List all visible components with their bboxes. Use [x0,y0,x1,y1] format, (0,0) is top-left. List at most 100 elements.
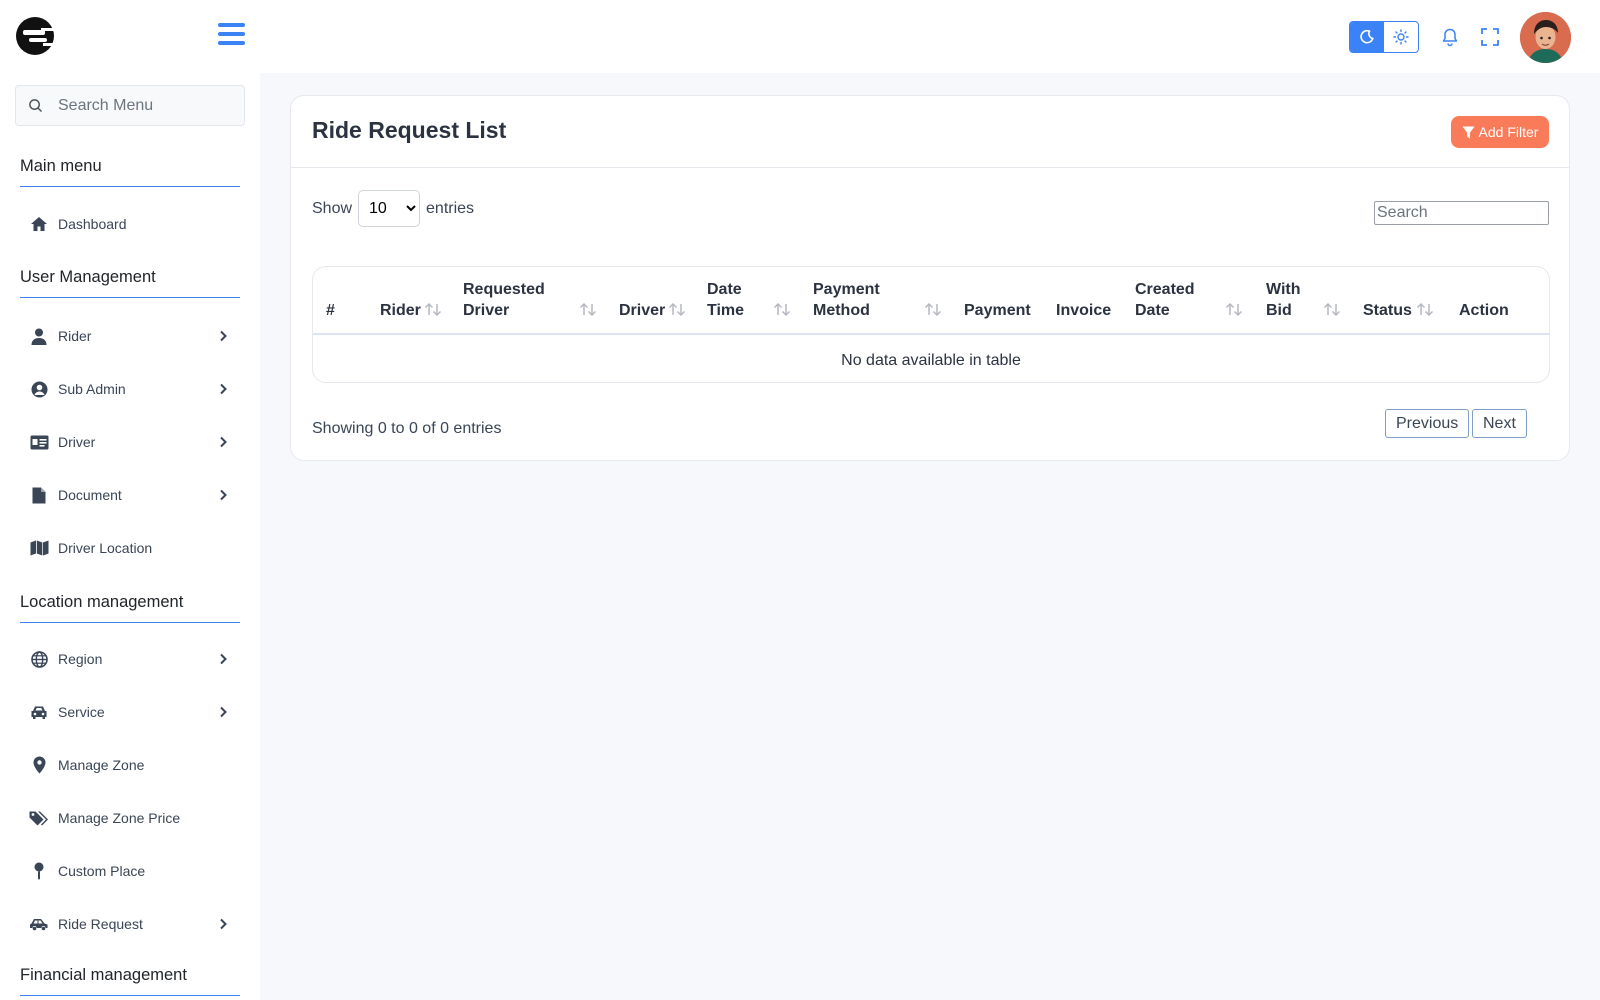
sidebar-item-ride-request[interactable]: Ride Request [20,906,230,942]
sidebar-item-manage-zone-price[interactable]: Manage Zone Price [20,800,230,836]
add-filter-label: Add Filter [1478,124,1539,140]
sidebar-item-document[interactable]: Document [20,477,230,513]
sidebar-item-label: Dashboard [58,216,127,232]
column-header-driver[interactable]: Driver [619,300,665,321]
sidebar-item-label: Rider [58,328,92,344]
ride-request-table: # Rider Requested Driver Driver Date Time … [312,266,1550,383]
column-header-requested-driver[interactable]: Requested Driver [463,279,545,321]
table-search-input[interactable] [1374,201,1549,225]
avatar[interactable] [1520,12,1571,63]
section-title-financial-management: Financial management [20,966,240,996]
home-icon [28,213,50,235]
menu-icon-bar [218,32,245,36]
menu-toggle-button[interactable] [218,23,245,47]
section-title-location-management: Location management [20,593,240,623]
chevron-right-icon [216,435,230,449]
tags-icon [28,807,50,829]
chevron-right-icon [216,488,230,502]
sort-icon[interactable] [667,300,687,318]
top-bar [0,0,1600,73]
sort-icon[interactable] [1415,300,1435,318]
sidebar-item-label: Document [58,487,122,503]
section-title-main-menu: Main menu [20,157,240,187]
car-icon [28,701,50,723]
column-header-date-time[interactable]: Date Time [707,279,744,321]
sort-icon[interactable] [423,300,443,318]
filter-icon [1462,126,1475,138]
sidebar-item-label: Ride Request [58,916,143,932]
sidebar: Main menu Dashboard User Management Ride… [0,73,260,1000]
theme-toggle[interactable] [1349,21,1419,53]
empty-table-message: No data available in table [841,351,1021,369]
sidebar-item-label: Service [58,704,105,720]
menu-search-box[interactable] [15,85,245,126]
dark-mode-button[interactable] [1350,22,1384,52]
user-icon [28,325,50,347]
sidebar-item-label: Driver Location [58,540,153,556]
fullscreen-icon [1481,28,1499,46]
user-circle-icon [28,378,50,400]
map-icon [28,537,50,559]
file-icon [28,484,50,506]
menu-icon-bar [218,23,245,27]
add-filter-button[interactable]: Add Filter [1451,116,1549,148]
sidebar-item-service[interactable]: Service [20,694,230,730]
pushpin-icon [28,860,50,882]
table-header: # Rider Requested Driver Driver Date Time … [313,267,1549,335]
sidebar-item-label: Driver [58,434,96,450]
sidebar-item-label: Custom Place [58,863,146,879]
sidebar-item-custom-place[interactable]: Custom Place [20,853,230,889]
id-card-icon [28,431,50,453]
sidebar-item-driver-location[interactable]: Driver Location [20,530,230,566]
column-header-rider[interactable]: Rider [380,300,421,321]
column-header-payment: Payment [964,302,1031,319]
column-header-with-bid[interactable]: With Bid [1266,279,1301,321]
logo-icon[interactable] [15,16,55,56]
map-pin-icon [28,754,50,776]
menu-search-input[interactable] [58,96,228,115]
sun-icon [1393,29,1409,45]
column-header-status[interactable]: Status [1363,300,1412,321]
show-label: Show [312,199,353,217]
sidebar-item-label: Manage Zone Price [58,810,181,826]
sort-icon[interactable] [578,300,598,318]
bell-icon [1442,28,1458,47]
column-header-number: # [326,302,335,319]
column-header-created-date[interactable]: Created Date [1135,279,1195,321]
sidebar-item-label: Sub Admin [58,381,126,397]
sidebar-item-dashboard[interactable]: Dashboard [20,206,230,242]
sort-icon[interactable] [1224,300,1244,318]
sort-icon[interactable] [1322,300,1342,318]
sidebar-item-region[interactable]: Region [20,641,230,677]
car-side-icon [28,913,50,935]
ride-request-card: Ride Request List Add Filter Show 102550… [290,95,1570,461]
light-mode-button[interactable] [1384,22,1418,52]
menu-icon-bar [218,41,245,45]
sidebar-item-manage-zone[interactable]: Manage Zone [20,747,230,783]
sidebar-item-sub-admin[interactable]: Sub Admin [20,371,230,407]
page-size-select[interactable]: 102550100 [358,190,421,227]
chevron-right-icon [216,652,230,666]
chevron-right-icon [216,329,230,343]
entries-label: entries [426,199,475,217]
chevron-right-icon [216,382,230,396]
chevron-right-icon [216,705,230,719]
table-info-text: Showing 0 to 0 of 0 entries [312,420,502,437]
column-header-action: Action [1459,302,1509,319]
sort-icon[interactable] [772,300,792,318]
globe-icon [28,648,50,670]
section-title-user-management: User Management [20,268,240,298]
notifications-button[interactable] [1439,26,1461,48]
sidebar-item-rider[interactable]: Rider [20,318,230,354]
column-header-payment-method[interactable]: Payment Method [813,279,880,321]
previous-page-button[interactable]: Previous [1385,409,1470,438]
fullscreen-button[interactable] [1479,26,1501,48]
next-page-button[interactable]: Next [1472,409,1527,438]
search-icon [29,99,42,112]
sidebar-item-label: Region [58,651,103,667]
card-header: Ride Request List Add Filter [291,96,1569,168]
page-title: Ride Request List [312,117,507,143]
moon-icon [1360,29,1374,44]
sort-icon[interactable] [923,300,943,318]
sidebar-item-driver[interactable]: Driver [20,424,230,460]
